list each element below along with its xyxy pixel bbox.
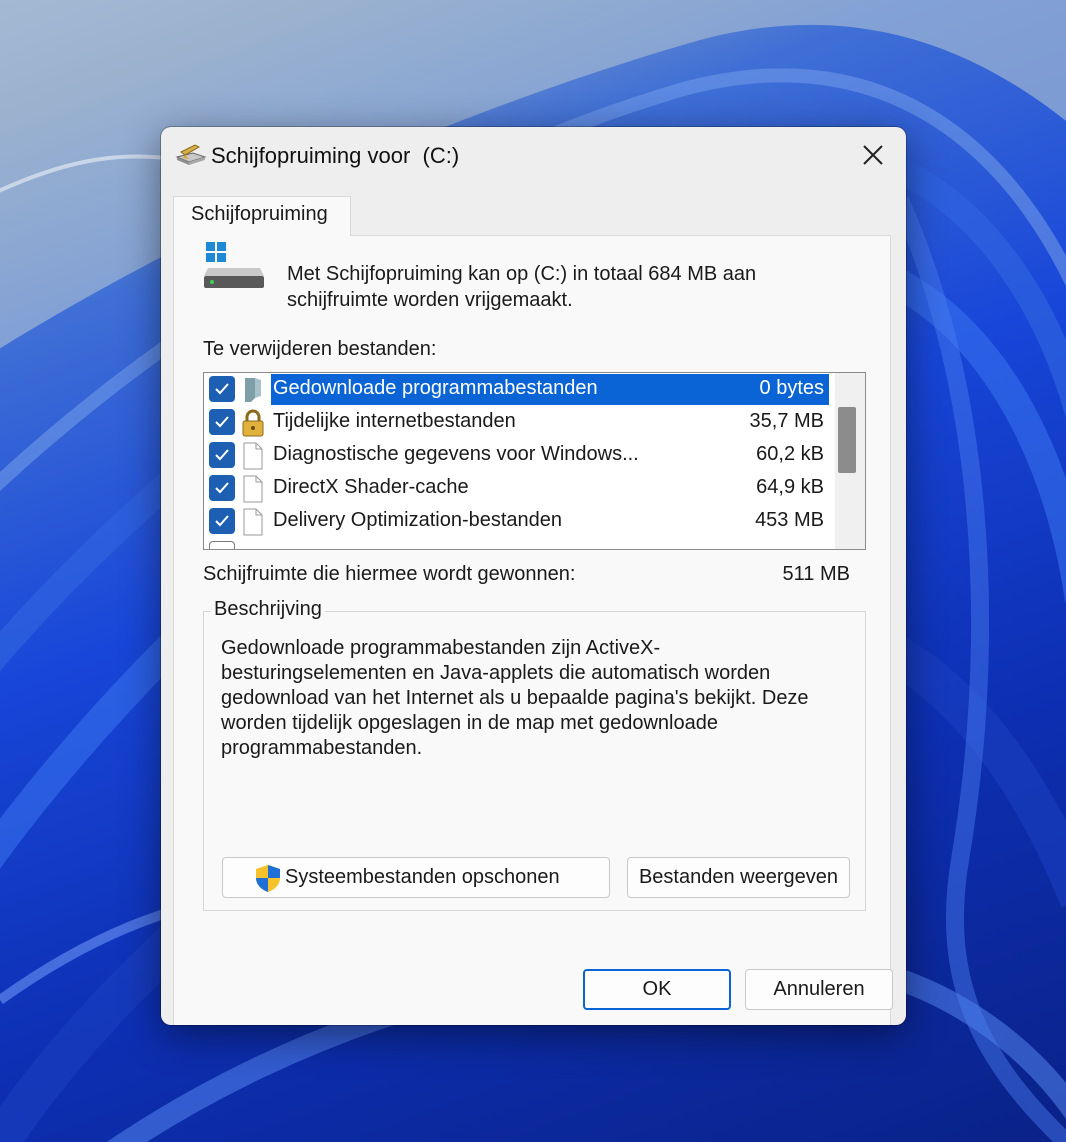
checkbox[interactable] [209,376,235,402]
item-size: 453 MB [755,509,824,531]
file-icon [243,475,263,503]
item-name: Gedownloade programmabestanden [273,377,598,399]
vertical-scrollbar[interactable] [835,373,865,549]
cancel-button[interactable]: Annuleren [745,969,893,1010]
hard-drive-icon [204,242,264,288]
checkmark-icon [215,383,229,395]
item-size: 35,7 MB [749,410,824,432]
files-listbox[interactable]: Gedownloade programmabestanden 0 bytes T… [203,372,866,550]
close-button[interactable] [840,127,906,183]
item-name: Diagnostische gegevens voor Windows... [273,443,639,465]
lock-icon [242,409,264,437]
file-icon [243,508,263,536]
description-group: Beschrijving Gedownloade programmabestan… [203,598,866,911]
list-item[interactable]: Delivery Optimization-bestanden 453 MB [204,505,836,538]
checkbox[interactable] [209,541,235,549]
checkbox[interactable] [209,475,235,501]
tab-disk-cleanup[interactable]: Schijfopruiming [173,196,351,236]
item-size: 0 bytes [759,377,824,399]
checkbox[interactable] [209,409,235,435]
disk-cleanup-dialog: Schijfopruiming voor (C:) Schijfopruimin… [161,127,906,1025]
list-item[interactable]: DirectX Shader-cache 64,9 kB [204,472,836,505]
clean-system-files-label: Systeembestanden opschonen [285,866,560,888]
item-name: DirectX Shader-cache [273,476,469,498]
intro-text: Met Schijfopruiming kan op (C:) in totaa… [287,263,757,311]
file-icon [243,442,263,470]
item-size: 60,2 kB [756,443,824,465]
checkbox[interactable] [209,508,235,534]
checkmark-icon [215,449,229,461]
checkbox[interactable] [209,442,235,468]
scroll-thumb[interactable] [838,407,856,473]
checkmark-icon [215,416,229,428]
list-item[interactable]: Gedownloade programmabestanden 0 bytes [204,373,836,406]
checkmark-icon [215,482,229,494]
space-gained-label: Schijfruimte die hiermee wordt gewonnen: [203,563,576,585]
checkmark-icon [215,515,229,527]
item-size: 64,9 kB [756,476,824,498]
item-name: Tijdelijke internetbestanden [273,410,516,432]
space-gained-value: 511 MB [782,563,850,585]
list-item-partial[interactable] [204,538,836,549]
folder-icon [245,378,261,402]
clean-system-files-button[interactable]: Systeembestanden opschonen [222,857,610,898]
window-title: Schijfopruiming voor (C:) [211,143,460,168]
description-text: Gedownloade programmabestanden zijn Acti… [221,637,809,759]
tab-panel: Met Schijfopruiming kan op (C:) in totaa… [173,235,891,1025]
files-to-delete-label: Te verwijderen bestanden: [203,338,437,360]
title-bar[interactable]: Schijfopruiming voor (C:) [161,127,906,183]
uac-shield-icon [256,864,280,892]
ok-button[interactable]: OK [583,969,731,1010]
close-icon [863,145,883,165]
disk-cleanup-icon [175,144,207,165]
list-item[interactable]: Tijdelijke internetbestanden 35,7 MB [204,406,836,439]
description-legend: Beschrijving [211,598,325,621]
view-files-button[interactable]: Bestanden weergeven [627,857,850,898]
item-name: Delivery Optimization-bestanden [273,509,563,531]
list-item[interactable]: Diagnostische gegevens voor Windows... 6… [204,439,836,472]
